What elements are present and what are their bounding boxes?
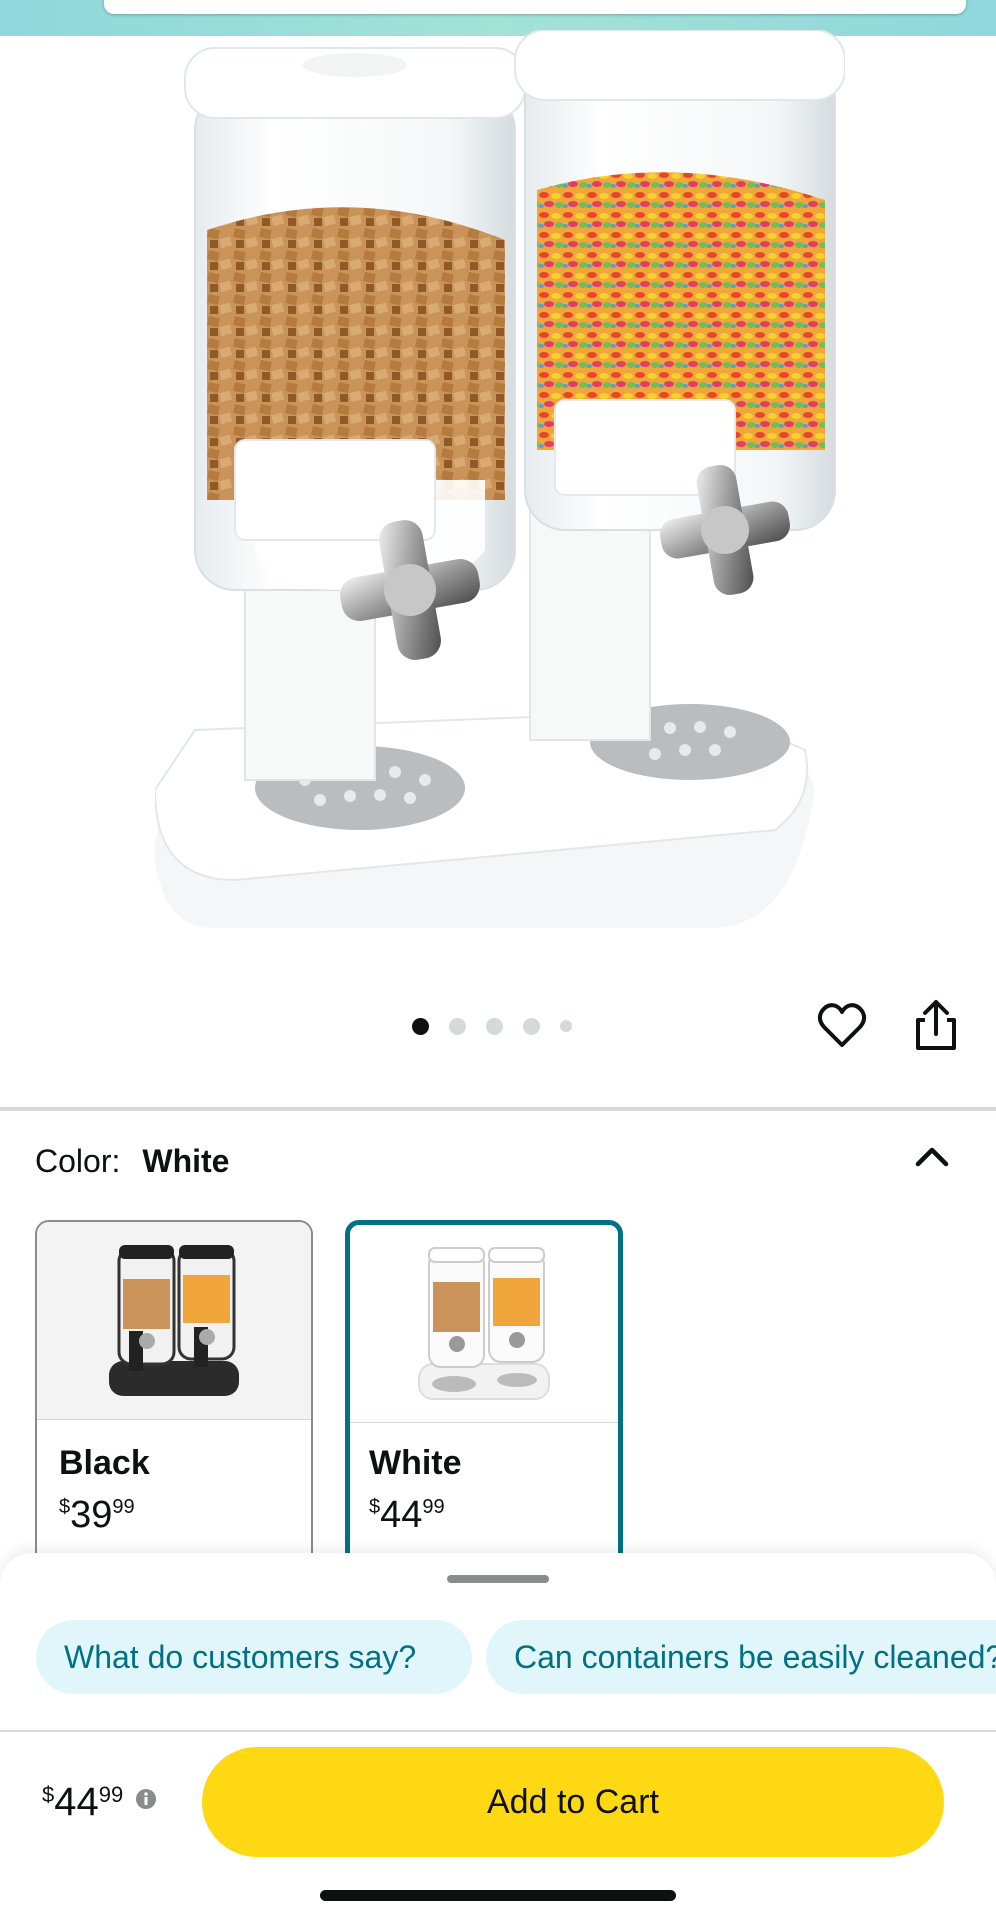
product-thumbnail-white [418,1246,550,1400]
question-chip[interactable]: Can containers be easily cleaned? [486,1620,996,1694]
search-input[interactable] [104,0,966,14]
color-option-black[interactable]: Black $3999 [35,1220,313,1580]
pager-dot[interactable] [523,1017,540,1035]
color-option-price: $3999 [59,1494,135,1536]
pager-dot[interactable] [560,1020,572,1032]
product-thumbnail-black [109,1244,239,1396]
product-image[interactable] [155,30,845,930]
pager-dot[interactable] [486,1017,503,1035]
swatch-thumbnail [37,1222,311,1420]
sheet-divider [0,1730,996,1732]
section-divider [0,1107,996,1111]
image-pager[interactable] [412,1016,572,1036]
swatch-thumbnail [350,1225,618,1423]
selected-color: White [142,1143,230,1179]
pager-dot[interactable] [412,1017,429,1035]
home-indicator [320,1890,676,1901]
color-selector-header: Color: White [35,1143,229,1180]
sheet-price: $44 99 [42,1780,157,1825]
chevron-up-icon[interactable] [912,1138,952,1174]
question-chip[interactable]: What do customers say? [36,1620,472,1694]
color-option-white[interactable]: White $4499 [345,1220,623,1580]
add-to-cart-button[interactable]: Add to Cart [202,1747,944,1857]
product-page: Color: White Black $3999 White $4499 Wha… [0,0,996,1920]
sheet-grab-handle[interactable] [447,1575,549,1583]
pager-dot[interactable] [449,1017,466,1035]
color-option-price: $4499 [369,1494,445,1536]
bottom-sheet: What do customers say? Can containers be… [0,1553,996,1920]
heart-icon[interactable] [816,1000,868,1052]
info-icon[interactable] [135,1788,157,1810]
color-option-name: White [369,1444,462,1482]
color-option-name: Black [59,1444,150,1482]
color-label: Color: [35,1143,121,1179]
share-icon[interactable] [910,998,962,1054]
